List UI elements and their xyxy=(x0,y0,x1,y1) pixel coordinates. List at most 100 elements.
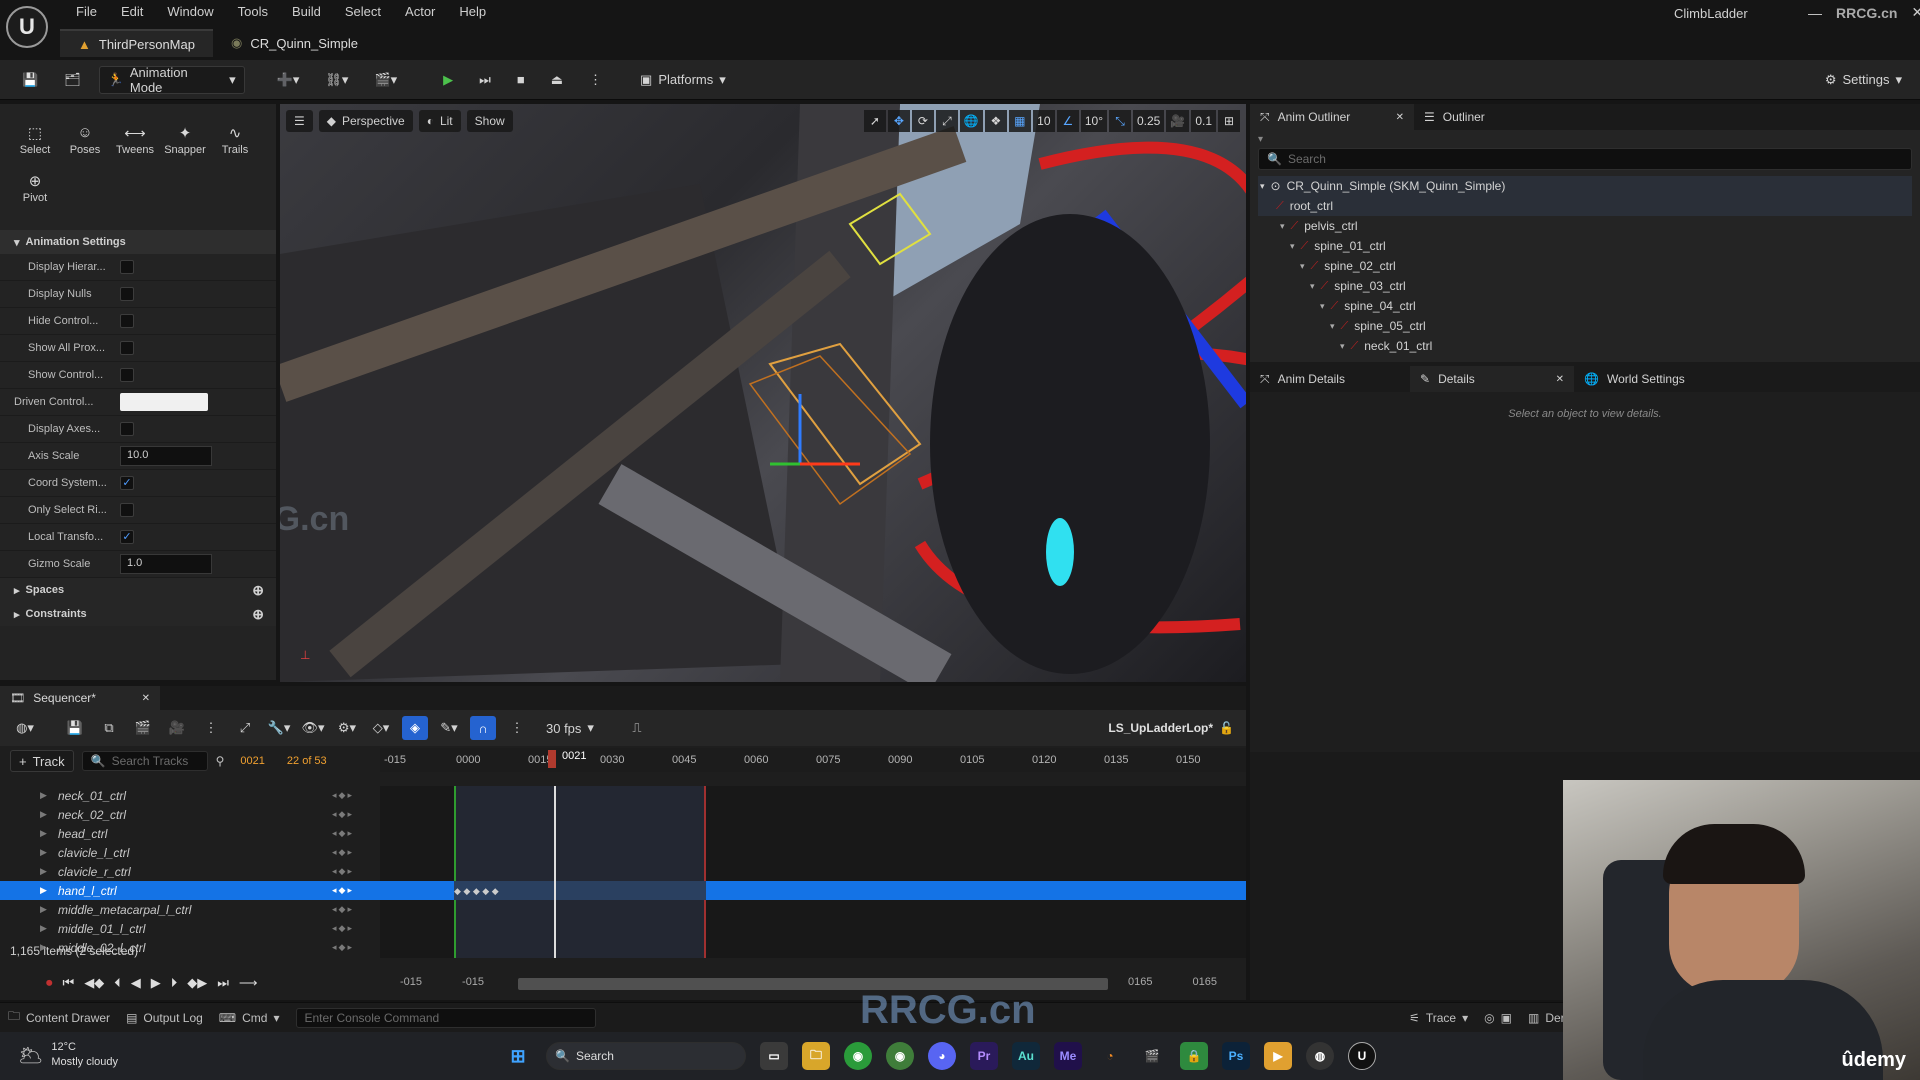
close-tab-icon[interactable]: ✕ xyxy=(1556,374,1564,385)
track-row[interactable]: ▶ neck_01_ctrl ◂◆▸ xyxy=(0,786,380,805)
blender-icon[interactable]: ◔ xyxy=(1096,1042,1124,1070)
discord-icon[interactable]: ◕ xyxy=(928,1042,956,1070)
key-options-icon[interactable]: ◇▾ xyxy=(368,716,394,740)
chevron-down-icon[interactable]: ▾ xyxy=(1280,221,1285,232)
outliner-item[interactable]: ▾ ⟋ spine_03_ctrl xyxy=(1258,276,1912,296)
animation-settings-header[interactable]: ▾ Animation Settings xyxy=(0,230,276,254)
grid-snap-value[interactable]: 10 xyxy=(1032,110,1055,132)
settings-dropdown[interactable]: ⚙ Settings ▾ xyxy=(1817,66,1910,94)
checkbox-checked[interactable]: ✓ xyxy=(120,530,134,544)
checkbox[interactable] xyxy=(120,287,134,301)
tab-anim-details[interactable]: ⤧ Anim Details xyxy=(1250,366,1410,392)
obs-icon[interactable]: ◍ xyxy=(1306,1042,1334,1070)
checkbox[interactable] xyxy=(120,368,134,382)
expand-arrow-icon[interactable]: ▶ xyxy=(40,923,47,934)
add-track-button[interactable]: + Track xyxy=(10,750,74,772)
play-button[interactable]: ▶ xyxy=(435,66,461,94)
pencil-icon[interactable]: ✎▾ xyxy=(436,716,462,740)
taskbar-search[interactable]: 🔍 Search xyxy=(546,1042,746,1070)
key-navigation-icon[interactable]: ◂◆▸ xyxy=(332,904,354,915)
playback-options-icon[interactable]: ⚙▾ xyxy=(334,716,360,740)
angle-snap-value[interactable]: 10° xyxy=(1080,110,1107,132)
key-navigation-icon[interactable]: ◂◆▸ xyxy=(332,809,354,820)
next-key-icon[interactable]: ◆▶ xyxy=(187,975,207,991)
working-end[interactable]: 0165 xyxy=(1192,976,1216,988)
content-drawer-button[interactable]: 🗀 Content Drawer xyxy=(8,1007,110,1028)
select-mode-icon[interactable]: ➚ xyxy=(863,110,886,132)
expand-arrow-icon[interactable]: ▶ xyxy=(40,790,47,801)
tool-trails[interactable]: ∿ Trails xyxy=(210,124,260,172)
show-dropdown[interactable]: Show xyxy=(466,110,513,132)
unreal-logo-icon[interactable]: U xyxy=(6,6,48,48)
loop-icon[interactable]: ⟶ xyxy=(239,975,258,991)
grid-snap-icon[interactable]: ▦ xyxy=(1008,110,1031,132)
translate-icon[interactable]: ✥ xyxy=(887,110,910,132)
chrome-icon[interactable]: ◉ xyxy=(844,1042,872,1070)
timeline-area[interactable]: ◆ ◆ ◆ ◆ ◆ xyxy=(380,786,1246,958)
camera-speed-icon[interactable]: 🎥 xyxy=(1166,110,1190,132)
viewport-menu-icon[interactable]: ☰ xyxy=(286,110,313,132)
menu-file[interactable]: File xyxy=(64,0,109,24)
lock-icon[interactable]: 🔓 xyxy=(1219,721,1234,735)
jump-end-icon[interactable]: ⏭ xyxy=(217,975,229,991)
tool-tweens[interactable]: ⟷ Tweens xyxy=(110,124,160,172)
key-navigation-icon[interactable]: ◂◆▸ xyxy=(332,866,354,877)
menu-window[interactable]: Window xyxy=(155,0,225,24)
add-content-button[interactable]: ➕▾ xyxy=(269,66,308,94)
checkbox-checked[interactable]: ✓ xyxy=(120,476,134,490)
cinematics-button[interactable]: 🎬▾ xyxy=(366,66,405,94)
key-navigation-icon[interactable]: ◂◆▸ xyxy=(332,847,354,858)
console-command-input[interactable]: Enter Console Command xyxy=(295,1007,596,1028)
previous-key-icon[interactable]: ◀◆ xyxy=(84,975,104,991)
outliner-item[interactable]: ▾ ⟋ spine_04_ctrl xyxy=(1258,296,1912,316)
checkbox[interactable] xyxy=(120,503,134,517)
maximize-viewport-icon[interactable]: ⊞ xyxy=(1218,110,1240,132)
tab-world-settings[interactable]: 🌐 World Settings xyxy=(1574,366,1695,392)
snap-options-icon[interactable]: ⋮ xyxy=(504,716,530,740)
world-space-icon[interactable]: 🌐 xyxy=(959,110,983,132)
surface-snap-icon[interactable]: ❖ xyxy=(984,110,1007,132)
chevron-down-icon[interactable]: ▾ xyxy=(1320,301,1325,312)
chevron-down-icon[interactable]: ▾ xyxy=(1310,281,1315,292)
close-tab-icon[interactable]: ✕ xyxy=(1396,112,1404,123)
vpn-icon[interactable]: 🔒 xyxy=(1180,1042,1208,1070)
record-icon[interactable]: ⏺ xyxy=(46,975,53,991)
scale-icon[interactable]: ⤢ xyxy=(935,110,958,132)
view-options-icon[interactable]: 👁▾ xyxy=(300,716,326,740)
numeric-input[interactable]: 1.0 xyxy=(120,554,212,574)
track-row[interactable]: ▶ clavicle_r_ctrl ◂◆▸ xyxy=(0,862,380,881)
outliner-item[interactable]: ▾ ⟋ spine_01_ctrl xyxy=(1258,236,1912,256)
tab-control-rig[interactable]: ◉ CR_Quinn_Simple xyxy=(213,29,376,57)
find-in-browser-icon[interactable]: ⧉ xyxy=(96,716,122,740)
color-swatch[interactable] xyxy=(120,393,208,411)
angle-snap-icon[interactable]: ∠ xyxy=(1056,110,1079,132)
chevron-down-icon[interactable]: ▾ xyxy=(1290,241,1295,252)
transform-icon[interactable]: ⤢ xyxy=(232,716,258,740)
snap-magnet-icon[interactable]: ∩ xyxy=(470,716,496,740)
trace-dropdown[interactable]: ⚟ Trace ▾ ◎ ▣ ▥ Derive xyxy=(1409,1011,1580,1025)
view-start[interactable]: -015 xyxy=(400,976,422,988)
menu-select[interactable]: Select xyxy=(333,0,393,24)
play-icon[interactable]: ▶ xyxy=(151,975,161,991)
scale-snap-value[interactable]: 0.25 xyxy=(1133,110,1165,132)
expand-arrow-icon[interactable]: ▶ xyxy=(40,809,47,820)
playhead-marker[interactable] xyxy=(548,750,556,768)
photoshop-icon[interactable]: Ps xyxy=(1222,1042,1250,1070)
tab-sequencer[interactable]: 🎞 Sequencer* ✕ xyxy=(0,686,160,710)
rotate-icon[interactable]: ⟳ xyxy=(911,110,934,132)
view-end[interactable]: 0165 xyxy=(1128,976,1152,988)
task-view-icon[interactable]: ▭ xyxy=(760,1042,788,1070)
tab-details[interactable]: ✎ Details ✕ xyxy=(1410,366,1574,392)
save-icon[interactable]: 💾 xyxy=(14,66,46,94)
step-forward-icon[interactable]: ⏵ xyxy=(171,975,178,991)
track-row[interactable]: ▶ middle_01_l_ctrl ◂◆▸ xyxy=(0,919,380,938)
chevron-down-icon[interactable]: ▾ xyxy=(1330,321,1335,332)
checkbox[interactable] xyxy=(120,260,134,274)
media-player-icon[interactable]: ▶ xyxy=(1264,1042,1292,1070)
outliner-root-item[interactable]: ▾ ⊙ CR_Quinn_Simple (SKM_Quinn_Simple) xyxy=(1258,176,1912,196)
auto-key-icon[interactable]: ◈ xyxy=(402,716,428,740)
tool-poses[interactable]: ☺ Poses xyxy=(60,124,110,172)
menu-actor[interactable]: Actor xyxy=(393,0,447,24)
expand-arrow-icon[interactable]: ▶ xyxy=(40,885,47,896)
tool-snapper[interactable]: ✦ Snapper xyxy=(160,124,210,172)
